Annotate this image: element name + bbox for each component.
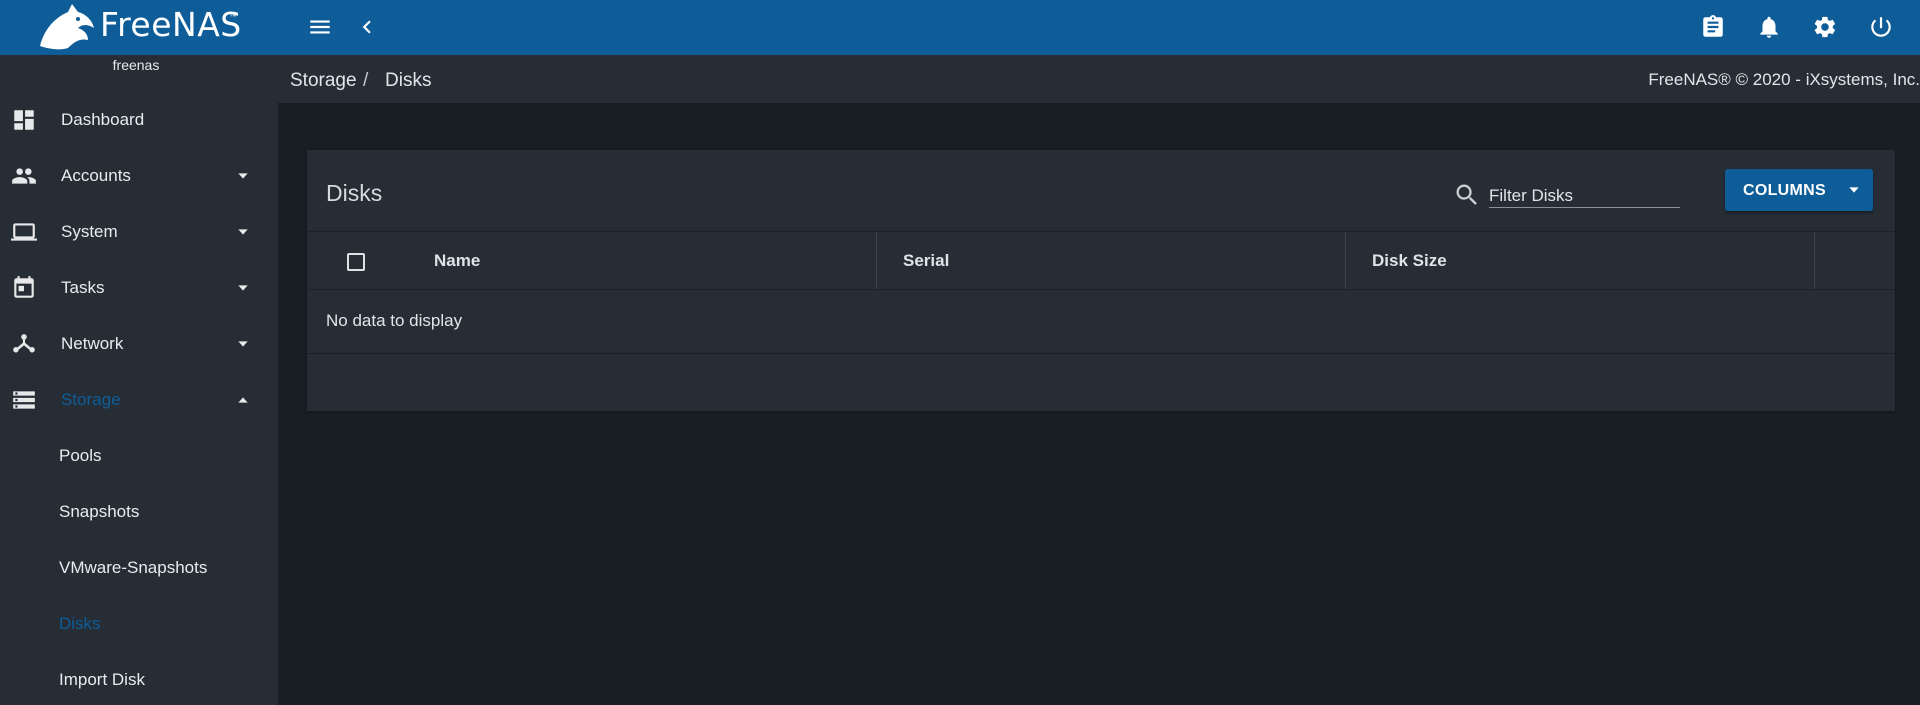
column-header-disk-size[interactable]: Disk Size <box>1372 232 1447 290</box>
brand-name: FreeNAS <box>100 5 242 44</box>
caret-up-icon <box>235 392 251 408</box>
calendar-icon <box>10 274 38 302</box>
column-header-label: Disk Size <box>1372 251 1447 270</box>
column-header-name[interactable]: Name <box>434 232 480 290</box>
sidebar-item-label: Accounts <box>61 166 131 185</box>
people-icon <box>10 162 38 190</box>
sidebar-item-label: System <box>61 222 118 241</box>
task-manager-button[interactable] <box>1696 10 1730 44</box>
caret-down-icon <box>235 336 251 352</box>
settings-button[interactable] <box>1808 10 1842 44</box>
breadcrumb-storage-link[interactable]: Storage <box>290 70 357 92</box>
sidebar-item-tasks[interactable]: Tasks <box>0 260 278 316</box>
column-header-label: Name <box>434 251 481 270</box>
column-header-serial[interactable]: Serial <box>903 232 949 290</box>
chevron-left-icon <box>362 20 371 34</box>
sidebar-subitem-pools[interactable]: Pools <box>0 428 278 484</box>
sidebar-item-label: Tasks <box>61 278 105 297</box>
sidebar-item-network[interactable]: Network <box>0 316 278 372</box>
gear-icon <box>1814 16 1836 38</box>
power-icon <box>1871 17 1891 37</box>
sidebar-subitem-label: VMware-Snapshots <box>59 558 208 577</box>
freenas-logo[interactable]: FreeNAS <box>34 0 254 55</box>
sidebar-subitem-disks[interactable]: Disks <box>0 596 278 652</box>
sidebar-item-label: Storage <box>61 390 121 409</box>
clipboard-icon <box>1703 15 1723 37</box>
sidebar: freenas Dashboard Accounts System Tasks … <box>0 55 278 705</box>
search-icon <box>1453 181 1481 209</box>
freenas-shark-logo-icon <box>40 3 94 49</box>
hostname-label: freenas <box>112 57 160 73</box>
top-bar: FreeNAS ™ <box>0 0 1920 55</box>
sidebar-item-system[interactable]: System <box>0 204 278 260</box>
trademark-symbol: ™ <box>229 12 237 21</box>
table-header: Name Serial Disk Size <box>307 231 1895 290</box>
disks-card: Disks COLUMNS Name Serial Disk Size No d… <box>307 150 1895 411</box>
caret-down-icon <box>235 224 251 240</box>
menu-icon <box>310 20 330 34</box>
laptop-icon <box>10 218 38 246</box>
caret-down-icon <box>1846 182 1862 198</box>
table-empty-row: No data to display <box>307 289 1895 353</box>
bell-icon <box>1760 16 1778 38</box>
columns-button[interactable]: COLUMNS <box>1725 169 1873 211</box>
empty-table-message: No data to display <box>326 311 463 330</box>
table-footer <box>307 353 1895 411</box>
notifications-button[interactable] <box>1752 10 1786 44</box>
network-icon <box>10 330 38 358</box>
sidebar-subitem-import-disk[interactable]: Import Disk <box>0 652 278 705</box>
column-resize-handle[interactable] <box>1814 232 1815 290</box>
sidebar-subitem-label: Import Disk <box>59 670 145 689</box>
column-resize-handle[interactable] <box>1345 232 1346 290</box>
sidebar-subitem-vmware-snapshots[interactable]: VMware-Snapshots <box>0 540 278 596</box>
menu-toggle-button[interactable] <box>303 10 337 44</box>
sidebar-item-dashboard[interactable]: Dashboard <box>0 92 278 148</box>
sidebar-item-storage[interactable]: Storage <box>0 372 278 428</box>
column-resize-handle[interactable] <box>876 232 877 290</box>
sidebar-subitem-label: Pools <box>59 446 102 465</box>
collapse-sidebar-button[interactable] <box>350 10 384 44</box>
power-button[interactable] <box>1864 10 1898 44</box>
card-title: Disks <box>326 180 383 206</box>
caret-down-icon <box>235 280 251 296</box>
dashboard-icon <box>10 106 38 134</box>
copyright-text: FreeNAS® © 2020 - iXsystems, Inc. <box>1648 70 1920 89</box>
columns-button-label: COLUMNS <box>1743 182 1826 199</box>
column-header-label: Serial <box>903 251 950 270</box>
breadcrumb-separator: / <box>363 70 369 91</box>
select-all-checkbox[interactable] <box>347 253 365 271</box>
sidebar-subitem-snapshots[interactable]: Snapshots <box>0 484 278 540</box>
sidebar-subitem-label: Snapshots <box>59 502 140 521</box>
filter-disks-input[interactable] <box>1489 178 1680 208</box>
breadcrumb-current: Disks <box>385 70 432 91</box>
sidebar-subitem-label: Disks <box>59 614 101 633</box>
sidebar-item-accounts[interactable]: Accounts <box>0 148 278 204</box>
breadcrumb: Storage / Disks FreeNAS® © 2020 - iXsyst… <box>278 55 1920 103</box>
sidebar-item-label: Network <box>61 334 124 353</box>
sidebar-item-label: Dashboard <box>61 110 145 129</box>
caret-down-icon <box>235 168 251 184</box>
storage-icon <box>10 386 38 414</box>
